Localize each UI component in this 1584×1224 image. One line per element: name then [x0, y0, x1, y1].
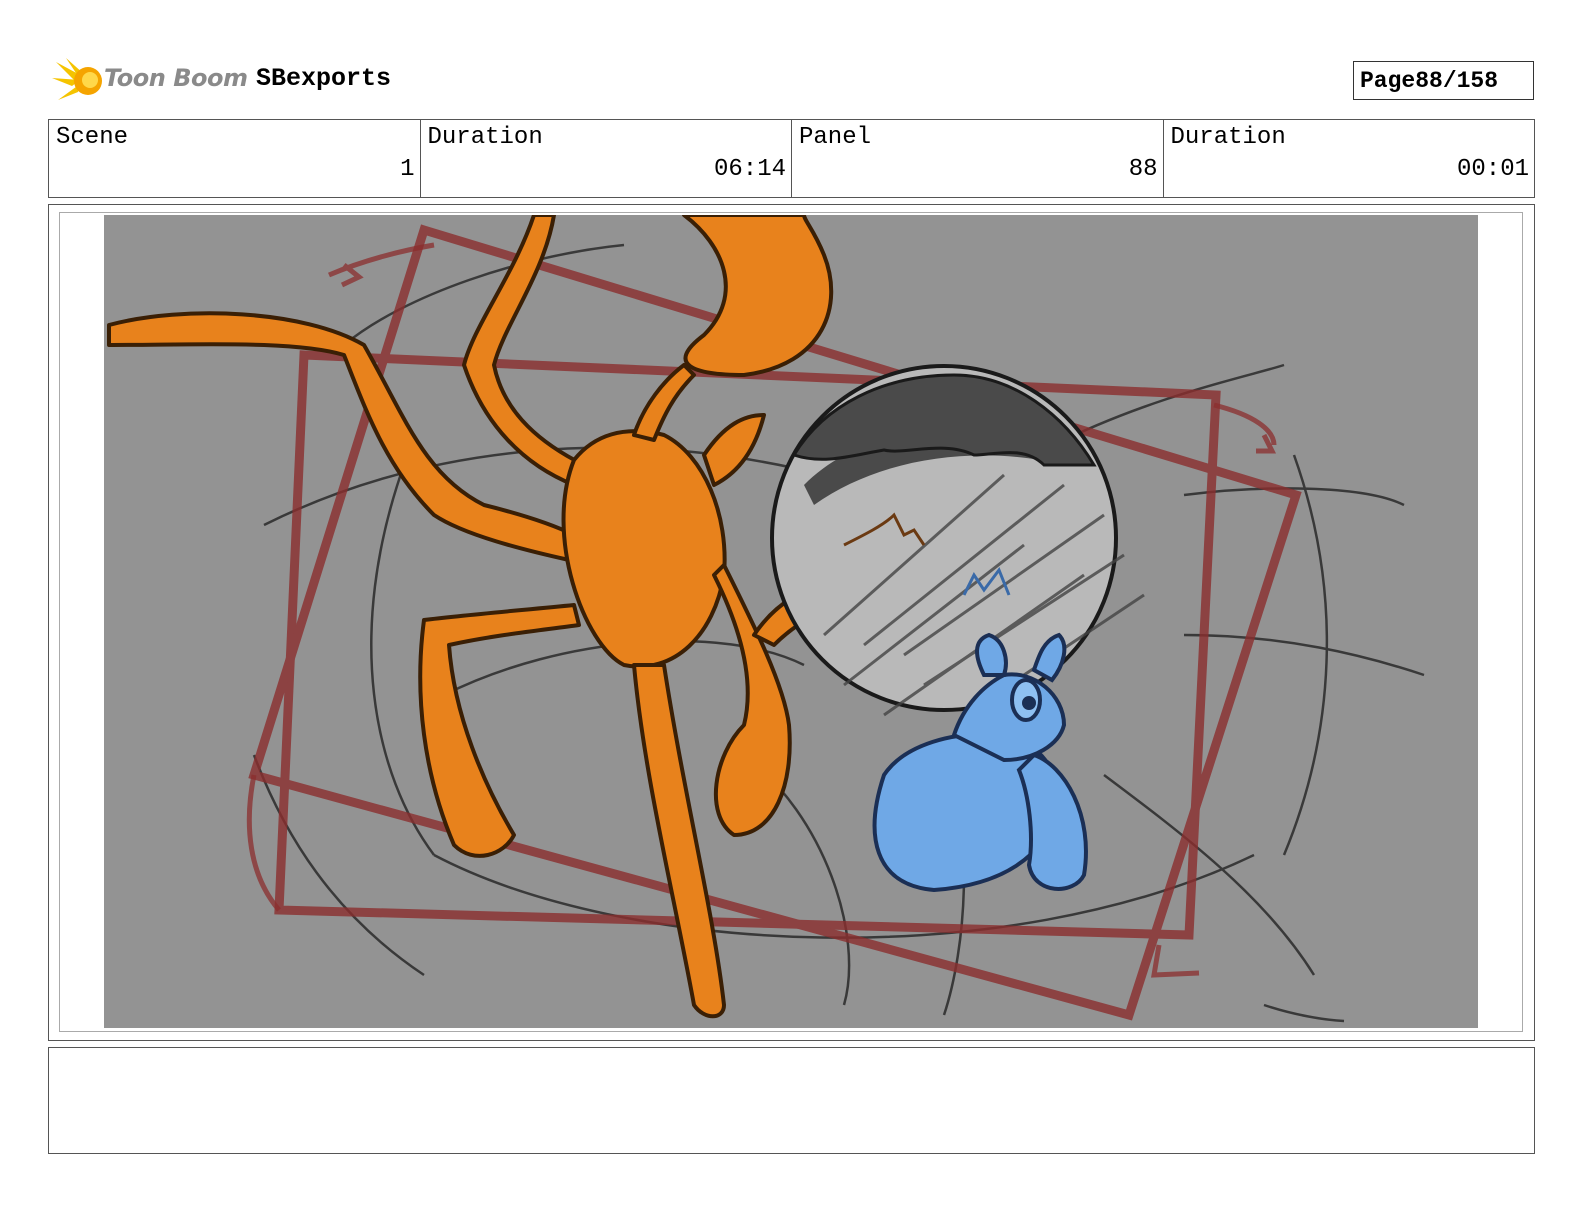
scene-info-table: Scene 1 Duration 06:14 Panel 88 Duration… [48, 119, 1535, 198]
scene-value: 1 [400, 156, 415, 183]
panel-duration-value: 00:01 [1456, 156, 1529, 183]
panel-value: 88 [1128, 156, 1158, 183]
scene-duration-label: Duration [427, 124, 543, 151]
panel-cell: Panel 88 [792, 120, 1164, 197]
scene-duration-value: 06:14 [713, 156, 786, 183]
page-label: Page [1360, 67, 1416, 94]
panel-duration-cell: Duration 00:01 [1164, 120, 1535, 197]
page-indicator: Page 88/158 [1353, 61, 1534, 100]
panel-image-area [59, 212, 1523, 1032]
panel-duration-label: Duration [1170, 124, 1286, 151]
scene-cell: Scene 1 [49, 120, 421, 197]
panel-notes-box [48, 1047, 1535, 1154]
panel-label: Panel [799, 124, 872, 151]
scene-label: Scene [56, 124, 129, 151]
panel-frame [48, 204, 1535, 1041]
scene-duration-cell: Duration 06:14 [421, 120, 792, 197]
project-name: SBexports [256, 64, 392, 93]
logo-text: Toon Boom [104, 64, 248, 92]
storyboard-sketch [104, 215, 1478, 1028]
page-number: 88/158 [1415, 67, 1499, 94]
